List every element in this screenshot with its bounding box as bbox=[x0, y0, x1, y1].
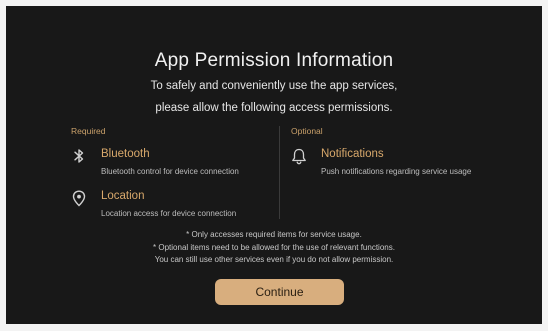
permission-title: Notifications bbox=[321, 148, 384, 160]
continue-button[interactable]: Continue bbox=[215, 279, 344, 305]
permission-item-location: Location Location access for device conn… bbox=[71, 188, 276, 220]
permission-dialog: App Permission Information To safely and… bbox=[6, 6, 542, 324]
note-line: * Only accesses required items for servi… bbox=[186, 230, 362, 239]
permission-item-notifications: Notifications Push notifications regardi… bbox=[291, 146, 521, 178]
section-divider bbox=[279, 126, 280, 219]
permission-title: Bluetooth bbox=[101, 148, 150, 160]
required-label: Required bbox=[71, 126, 106, 136]
permission-description: Location access for device connection bbox=[101, 209, 237, 218]
note-line: * Optional items need to be allowed for … bbox=[153, 242, 395, 252]
permission-title: Location bbox=[101, 190, 145, 202]
dialog-title: App Permission Information bbox=[154, 50, 394, 71]
required-section: Required Bluetooth Bluetooth control for… bbox=[71, 126, 276, 230]
note-line: You can still use other services even if… bbox=[154, 255, 394, 264]
permission-description: Push notifications regarding service usa… bbox=[321, 167, 472, 176]
location-pin-icon bbox=[71, 189, 87, 207]
permission-notes: * Only accesses required items for servi… bbox=[6, 229, 542, 267]
optional-section: Optional Notifications Push notification… bbox=[291, 126, 521, 188]
permission-item-bluetooth: Bluetooth Bluetooth control for device c… bbox=[71, 146, 276, 178]
bluetooth-icon bbox=[71, 147, 87, 165]
dialog-subtitle-line1: To safely and conveniently use the app s… bbox=[150, 80, 398, 92]
optional-label: Optional bbox=[291, 126, 323, 136]
bell-icon bbox=[291, 147, 307, 165]
permission-description: Bluetooth control for device connection bbox=[101, 167, 239, 176]
dialog-subtitle-line2: please allow the following access permis… bbox=[155, 102, 393, 114]
